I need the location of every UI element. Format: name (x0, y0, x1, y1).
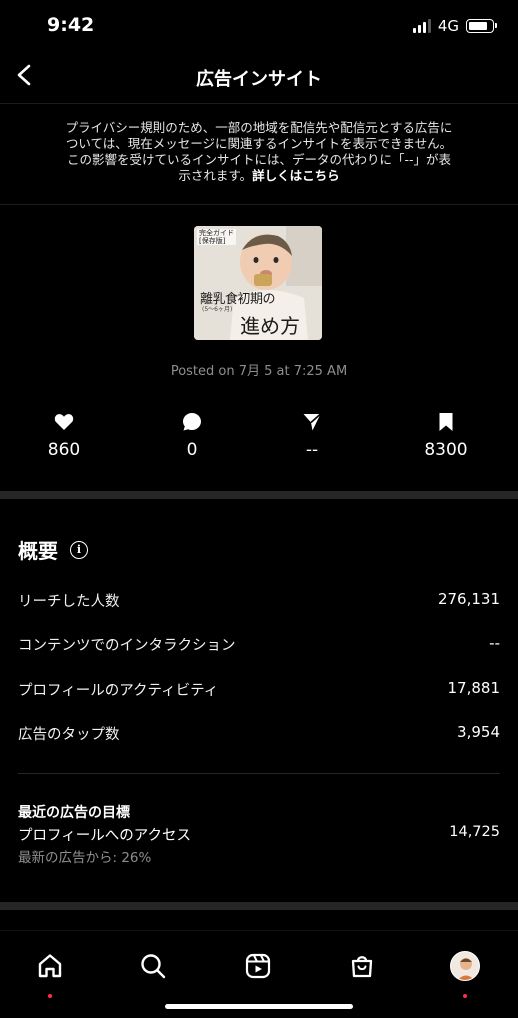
tab-reels[interactable] (236, 944, 280, 988)
home-icon (38, 954, 62, 978)
comments-count: 0 (186, 440, 198, 460)
divider (0, 204, 518, 205)
goal-value: 14,725 (449, 824, 500, 840)
saves-metric: 8300 (406, 412, 486, 460)
network-type: 4G (437, 17, 459, 35)
section-divider (0, 491, 518, 499)
row-value: 3,954 (457, 723, 500, 741)
saves-count: 8300 (424, 440, 468, 460)
row-value: -- (489, 634, 500, 652)
tab-shop[interactable] (340, 944, 384, 988)
info-icon[interactable]: i (70, 540, 88, 559)
row-label: 広告のタップ数 (18, 727, 120, 743)
notice-line: この影響を受けているインサイトには、データの代わりに「--」が表 (66, 152, 452, 167)
heart-icon (54, 414, 74, 430)
notice-line: 示されます。詳しくはこちら (30, 168, 488, 184)
tab-profile[interactable] (443, 944, 487, 988)
thumb-subtitle: (5〜6ヶ月) (202, 306, 233, 313)
post-thumbnail[interactable]: 完全ガイド [保存版] 離乳食初期の (5〜6ヶ月) 進め方 (194, 226, 322, 340)
avatar (450, 951, 480, 981)
comments-metric: 0 (152, 412, 232, 460)
overview-row-reach: リーチした人数 276,131 (18, 590, 500, 611)
goal-heading: 最近の広告の目標 (18, 805, 130, 821)
search-icon (141, 954, 166, 979)
goal-row: プロフィールへのアクセス 14,725 (18, 824, 500, 845)
signal-icon (412, 19, 431, 33)
overview-row-profile-activity: プロフィールのアクティビティ 17,881 (18, 679, 500, 700)
learn-more-link[interactable]: 詳しくはこちら (252, 168, 340, 183)
likes-count: 860 (47, 440, 81, 460)
status-time: 9:42 (47, 14, 95, 36)
notification-dot (463, 994, 467, 998)
row-value: 276,131 (437, 590, 500, 608)
row-label: コンテンツでのインタラクション (18, 638, 236, 654)
bookmark-icon (439, 413, 453, 431)
thumb-tag-text: [保存版] (199, 237, 226, 245)
divider (18, 773, 500, 774)
row-value: 17,881 (447, 679, 501, 697)
notification-dot (48, 994, 52, 998)
overview-row-interactions: コンテンツでのインタラクション -- (18, 634, 500, 655)
recent-ad-goal: 最近の広告の目標 プロフィールへのアクセス 14,725 最新の広告から: 26… (18, 802, 500, 866)
profile-photo (457, 958, 475, 980)
overview-row-ad-taps: 広告のタップ数 3,954 (18, 723, 500, 744)
thumb-tag-text: 完全ガイド (199, 229, 234, 237)
status-indicators: 4G (412, 17, 497, 35)
privacy-notice: プライバシー規則のため、一部の地域を配信先や配信元とする広告に ついては、現在メ… (30, 120, 488, 184)
comment-bubble-icon (183, 413, 201, 431)
thumb-tag: 完全ガイド [保存版] (197, 229, 236, 245)
likes-metric: 860 (24, 412, 104, 460)
send-icon (303, 413, 322, 431)
home-indicator (165, 1004, 353, 1009)
overview-title: 概要 (18, 539, 58, 563)
section-divider (0, 902, 518, 910)
status-bar: 9:42 4G (0, 0, 518, 52)
page-title: 広告インサイト (196, 69, 322, 90)
shares-metric: -- (272, 412, 352, 460)
notice-line: プライバシー規則のため、一部の地域を配信先や配信元とする広告に (65, 120, 453, 135)
row-label: プロフィールのアクティビティ (18, 683, 219, 699)
shop-icon (351, 956, 373, 978)
goal-subtext: 最新の広告から: 26% (18, 850, 152, 866)
reels-icon (245, 953, 271, 979)
thumb-title: 進め方 (240, 314, 300, 338)
overview-heading: 概要 i (18, 535, 88, 564)
shares-count: -- (305, 440, 319, 460)
notice-line: ついては、現在メッセージに関連するインサイトを表示できません。 (65, 136, 453, 151)
goal-label: プロフィールへのアクセス (18, 828, 191, 844)
divider (0, 103, 518, 104)
tab-home[interactable] (28, 944, 72, 988)
posted-date: Posted on 7月 5 at 7:25 AM (170, 364, 348, 379)
row-label: リーチした人数 (18, 594, 120, 610)
tab-search[interactable] (131, 944, 175, 988)
notice-text: 示されます。 (178, 168, 253, 183)
header: 広告インサイト (0, 54, 518, 98)
battery-icon (466, 19, 497, 33)
